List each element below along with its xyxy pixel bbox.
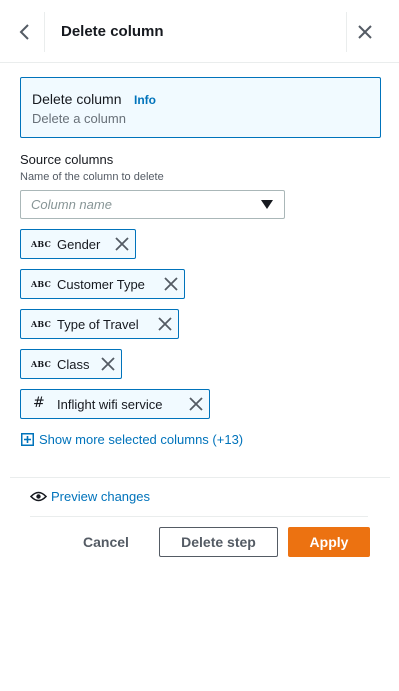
caret-down-icon — [261, 200, 273, 209]
remove-chip-icon[interactable] — [115, 237, 129, 251]
divider — [10, 477, 390, 478]
chip-label: Type of Travel — [57, 317, 139, 332]
remove-chip-icon[interactable] — [101, 357, 115, 371]
selected-column-chip: ABC Gender — [20, 229, 136, 259]
eye-icon — [30, 491, 47, 502]
string-type-icon: ABC — [31, 239, 52, 249]
step-description: Delete a column — [32, 111, 126, 126]
source-columns-label: Source columns — [20, 152, 114, 167]
cancel-button[interactable]: Cancel — [72, 527, 140, 557]
chip-label: Inflight wifi service — [57, 397, 163, 412]
number-type-icon: # — [33, 395, 45, 411]
step-title: Delete column — [32, 91, 122, 107]
page-title: Delete column — [61, 23, 164, 40]
selected-column-chip: ABC Type of Travel — [20, 309, 179, 339]
chip-label: Customer Type — [57, 277, 145, 292]
expand-plus-icon — [21, 433, 34, 446]
divider — [30, 516, 368, 517]
header-divider — [44, 12, 45, 52]
string-type-icon: ABC — [31, 319, 52, 329]
info-link[interactable]: Info — [134, 93, 156, 107]
selected-column-chip: # Inflight wifi service — [20, 389, 210, 419]
close-icon[interactable] — [356, 23, 374, 41]
chip-label: Class — [57, 357, 90, 372]
source-columns-description: Name of the column to delete — [20, 171, 164, 183]
chip-label: Gender — [57, 237, 101, 252]
remove-chip-icon[interactable] — [164, 277, 178, 291]
string-type-icon: ABC — [31, 279, 52, 289]
panel-header: Delete column — [0, 0, 399, 63]
remove-chip-icon[interactable] — [189, 397, 203, 411]
column-name-placeholder: Column name — [31, 197, 112, 212]
chevron-left-icon[interactable] — [14, 20, 36, 44]
selected-column-chip: ABC Class — [20, 349, 122, 379]
preview-changes-label: Preview changes — [51, 489, 150, 504]
apply-button[interactable]: Apply — [288, 527, 370, 557]
delete-step-button[interactable]: Delete step — [159, 527, 278, 557]
remove-chip-icon[interactable] — [158, 317, 172, 331]
selected-column-chip: ABC Customer Type — [20, 269, 185, 299]
string-type-icon: ABC — [31, 359, 52, 369]
show-more-label: Show more selected columns (+13) — [39, 432, 244, 447]
step-info-box: Delete column Info Delete a column — [20, 77, 381, 138]
header-divider — [346, 12, 347, 52]
column-name-select[interactable]: Column name — [20, 190, 285, 219]
